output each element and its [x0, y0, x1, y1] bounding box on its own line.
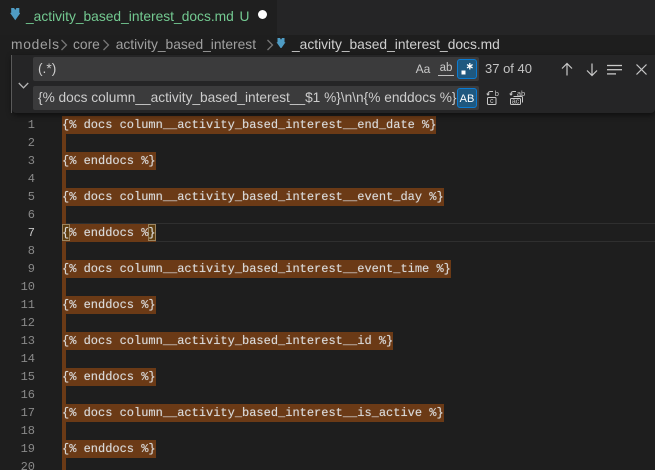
svg-text:b: b: [495, 90, 499, 98]
svg-text:ac: ac: [512, 98, 520, 105]
svg-text:ab: ab: [517, 90, 525, 98]
svg-text:c: c: [490, 98, 494, 105]
